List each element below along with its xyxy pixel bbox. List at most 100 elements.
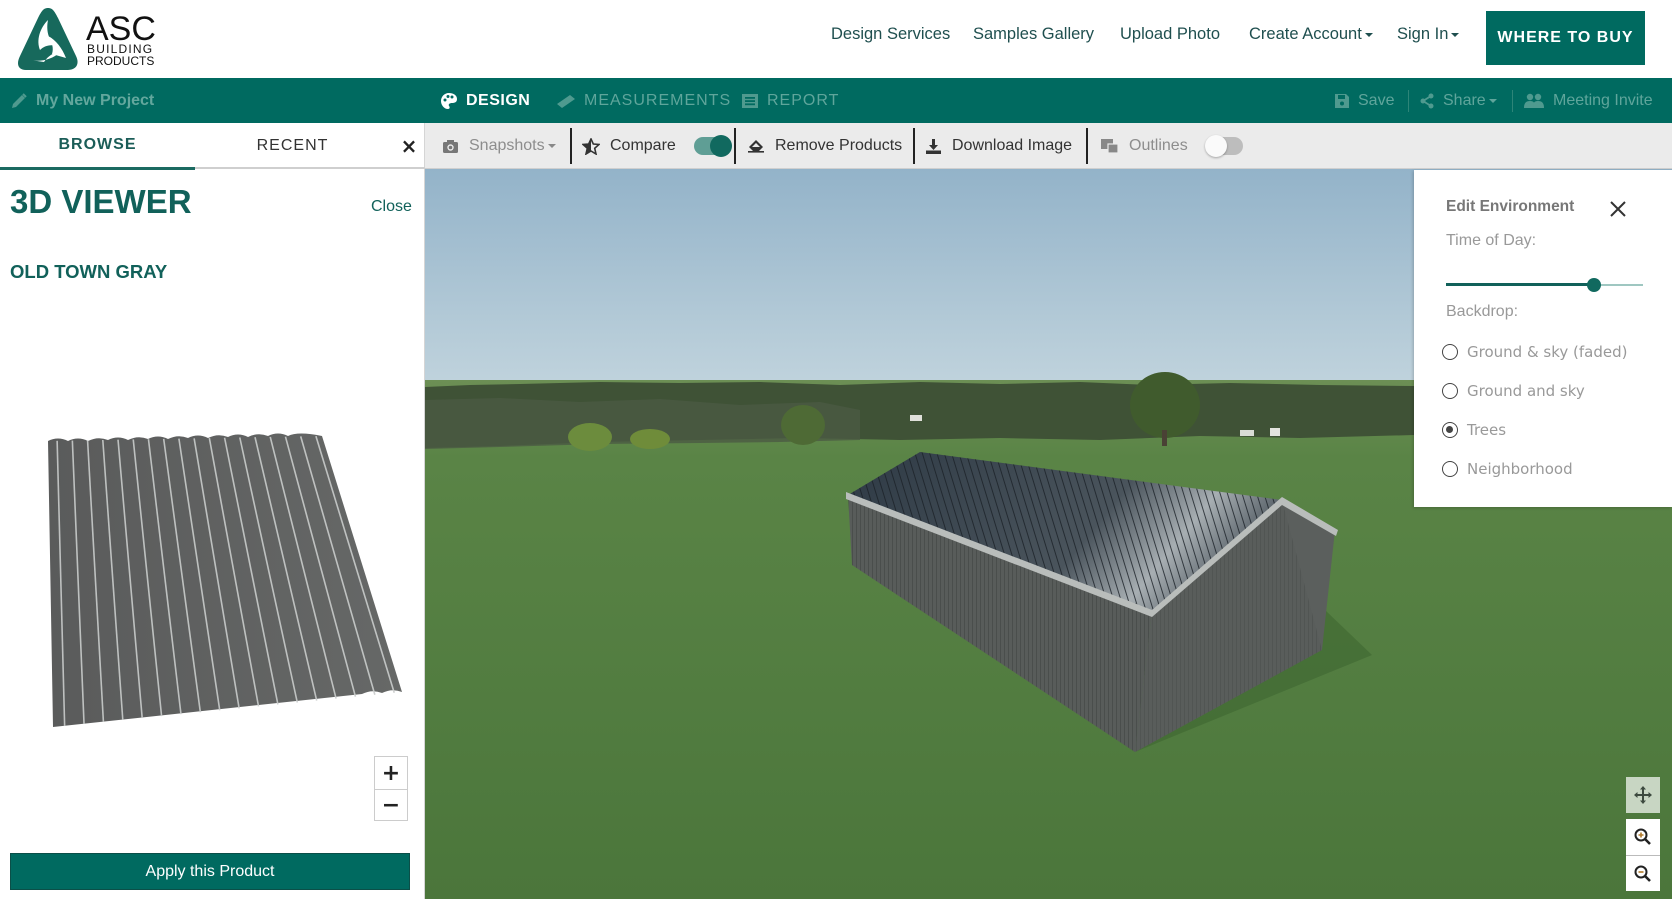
slider-thumb[interactable] [1586, 278, 1601, 292]
asc-logo[interactable]: ASC BUILDING PRODUCTS [18, 6, 168, 72]
divider [1086, 128, 1088, 164]
nav-upload-photo[interactable]: Upload Photo [1120, 25, 1220, 51]
backdrop-option-ground-sky-faded[interactable]: Ground & sky (faded) [1442, 340, 1627, 364]
snapshots-dropdown[interactable]: Snapshots [442, 123, 556, 169]
top-header: ASC BUILDING PRODUCTS Design Services Sa… [0, 0, 1672, 78]
apply-product-button[interactable]: Apply this Product [10, 853, 410, 890]
backdrop-label: Backdrop: [1446, 303, 1519, 320]
viewer-close-link[interactable]: Close [371, 198, 412, 216]
snapshots-label: Snapshots [469, 137, 545, 154]
caret-down-icon [1451, 32, 1460, 37]
divider [1408, 90, 1409, 112]
pan-button[interactable] [1626, 777, 1660, 813]
time-of-day-label: Time of Day: [1446, 232, 1537, 249]
nav-samples-gallery[interactable]: Samples Gallery [973, 25, 1094, 51]
radio-button[interactable] [1442, 383, 1458, 399]
star-icon [582, 137, 600, 155]
remove-products-button[interactable]: Remove Products [747, 123, 902, 169]
viewer-toolbar: Snapshots Compare Remove Products Downlo… [425, 123, 1672, 169]
bush [781, 405, 825, 445]
project-name-label: My New Project [36, 91, 155, 109]
share-icon [1420, 93, 1434, 108]
list-icon [742, 93, 758, 108]
save-button[interactable]: Save [1334, 78, 1394, 123]
zoom-out-button[interactable] [1626, 855, 1660, 891]
save-icon [1335, 93, 1349, 108]
nav-label: Upload Photo [1120, 25, 1220, 43]
project-name[interactable]: My New Project [10, 78, 154, 123]
radio-button[interactable] [1442, 344, 1458, 360]
backdrop-option-ground-and-sky[interactable]: Ground and sky [1442, 379, 1585, 403]
tab-recent[interactable]: RECENT [195, 123, 390, 169]
caret-down-icon [1364, 32, 1373, 37]
radio-label: Trees [1467, 421, 1507, 439]
meeting-invite-button[interactable]: Meeting Invite [1523, 78, 1653, 123]
nav-sign-in[interactable]: Sign In [1397, 25, 1460, 51]
nav-label: Sign In [1397, 25, 1449, 43]
zoom-out-icon [1634, 865, 1651, 882]
nav-label: Samples Gallery [973, 25, 1095, 43]
download-image-button[interactable]: Download Image [925, 123, 1072, 169]
left-panel-tabs: BROWSE RECENT × [0, 123, 425, 170]
preview-zoom-control: + − [374, 756, 408, 821]
close-icon[interactable]: × [400, 135, 418, 157]
nav-create-account[interactable]: Create Account [1249, 25, 1373, 51]
eraser-icon [748, 140, 764, 153]
nav-design-services[interactable]: Design Services [831, 25, 950, 51]
toggle-knob [710, 135, 732, 157]
bush [568, 423, 612, 451]
zoom-in-button[interactable] [1626, 819, 1660, 855]
radio-button[interactable] [1442, 461, 1458, 477]
tab-measurements[interactable]: MEASUREMENTS [556, 78, 731, 123]
outlines-button[interactable]: Outlines [1100, 123, 1188, 169]
slider-fill [1446, 283, 1594, 286]
asc-triangle-logo-icon: ASC BUILDING PRODUCTS [18, 8, 156, 70]
backdrop-option-neighborhood[interactable]: Neighborhood [1442, 457, 1573, 481]
time-of-day-slider[interactable] [1446, 278, 1643, 292]
radio-label: Ground & sky (faded) [1467, 343, 1628, 361]
tab-browse[interactable]: BROWSE [0, 123, 195, 170]
edit-environment-panel: Edit Environment Time of Day: Backdrop: … [1414, 170, 1672, 507]
preview-zoom-out-button[interactable]: − [375, 789, 407, 821]
toggle-knob [1205, 135, 1227, 157]
compare-button[interactable]: Compare [582, 123, 676, 169]
tab-design[interactable]: DESIGN [440, 78, 530, 123]
tab-label: REPORT [767, 91, 840, 109]
compare-toggle[interactable] [694, 135, 732, 157]
pencil-icon [12, 92, 27, 108]
divider [1512, 90, 1513, 112]
product-name: OLD TOWN GRAY [10, 261, 168, 282]
svg-text:PRODUCTS: PRODUCTS [87, 54, 154, 68]
where-to-buy-button[interactable]: WHERE TO BUY [1486, 11, 1645, 65]
radio-button[interactable] [1442, 422, 1458, 438]
product-3d-preview[interactable] [0, 403, 425, 753]
nav-label: Create Account [1249, 25, 1362, 43]
outlines-icon [1101, 139, 1119, 154]
camera-icon [443, 139, 458, 153]
remove-products-label: Remove Products [775, 137, 903, 154]
tree-trunk [1162, 430, 1167, 446]
backdrop-option-trees[interactable]: Trees [1442, 418, 1506, 442]
download-icon [926, 138, 941, 154]
house [1270, 428, 1280, 436]
divider [913, 128, 915, 164]
viewer-title: 3D VIEWER [10, 183, 192, 220]
outlines-label: Outlines [1129, 137, 1188, 154]
tab-label: DESIGN [466, 91, 531, 109]
share-button[interactable]: Share [1419, 78, 1497, 123]
house [910, 415, 922, 421]
env-panel-title: Edit Environment [1446, 198, 1575, 215]
nav-label: Design Services [831, 25, 951, 43]
meeting-invite-label: Meeting Invite [1553, 91, 1653, 109]
compare-label: Compare [610, 137, 676, 154]
preview-zoom-in-button[interactable]: + [375, 757, 407, 789]
outlines-toggle[interactable] [1205, 135, 1243, 157]
save-label: Save [1358, 91, 1395, 109]
close-icon[interactable] [1607, 198, 1629, 220]
caret-down-icon [1488, 98, 1497, 103]
tab-label: MEASUREMENTS [584, 91, 732, 109]
divider [570, 128, 572, 164]
tab-report[interactable]: REPORT [741, 78, 839, 123]
radio-label: Neighborhood [1467, 460, 1573, 478]
project-bar: My New Project DESIGN MEASUREMENTS REPOR… [0, 78, 1672, 123]
